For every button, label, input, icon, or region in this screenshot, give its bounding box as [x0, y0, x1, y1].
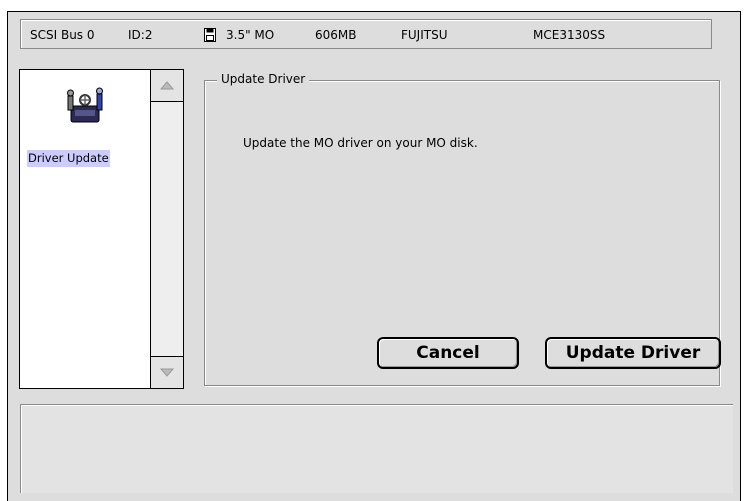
- disk-icon: [204, 28, 216, 42]
- description-text: Update the MO driver on your MO disk.: [243, 136, 478, 150]
- media-type-label: 3.5" MO: [226, 28, 275, 42]
- arrow-up-icon: [160, 81, 174, 90]
- model-label: MCE3130SS: [533, 28, 606, 42]
- arrow-down-icon: [160, 368, 174, 377]
- device-info-bar: SCSI Bus 0 ID:2 3.5" MO 606MB FUJITSU MC…: [20, 19, 712, 49]
- cancel-button[interactable]: Cancel: [377, 337, 519, 369]
- function-list: Driver Update: [19, 69, 184, 389]
- status-area: [20, 404, 733, 493]
- capacity-label: 606MB: [315, 28, 357, 42]
- list-item-label: Driver Update: [27, 150, 110, 167]
- scsi-id-label: ID:2: [128, 28, 153, 42]
- scroll-up-button[interactable]: [151, 70, 183, 102]
- list-item-driver-update[interactable]: Driver Update: [20, 70, 150, 388]
- scroll-down-button[interactable]: [151, 356, 183, 388]
- driver-update-icon: [67, 87, 103, 123]
- group-title: Update Driver: [217, 72, 310, 86]
- vendor-label: FUJITSU: [401, 28, 448, 42]
- scsi-bus-label: SCSI Bus 0: [30, 28, 95, 42]
- update-driver-button[interactable]: Update Driver: [545, 337, 721, 369]
- list-scrollbar[interactable]: [150, 70, 183, 388]
